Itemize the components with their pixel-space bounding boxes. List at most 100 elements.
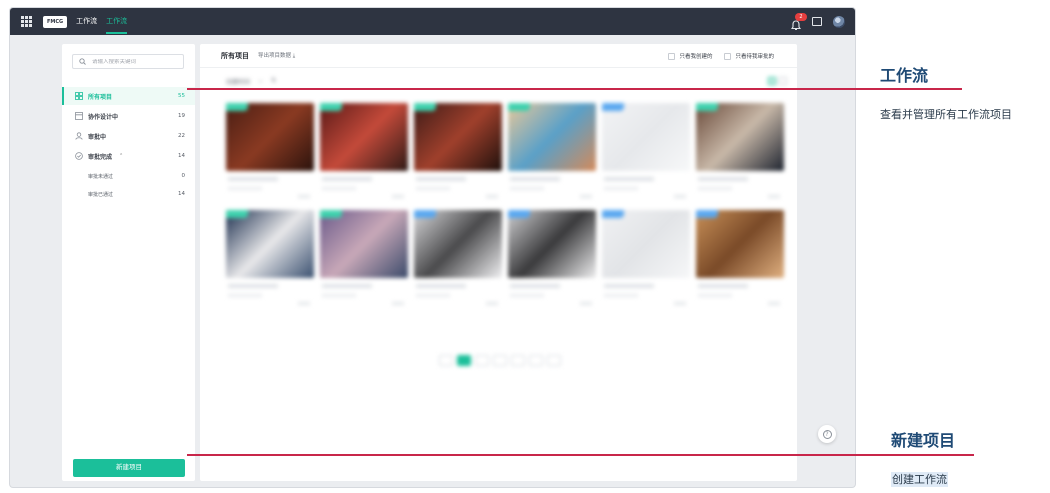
sidebar-item-in-approval[interactable]: 审批中 22 xyxy=(62,127,195,145)
project-meta-placeholder xyxy=(322,294,356,297)
chevron-up-icon[interactable]: ⌃ xyxy=(119,153,123,159)
document-icon xyxy=(74,112,83,121)
project-card[interactable] xyxy=(602,210,690,313)
tab-workflow[interactable]: 工作流 xyxy=(76,8,97,35)
status-badge xyxy=(226,103,248,111)
question-icon: ? xyxy=(822,429,832,439)
project-thumbnail xyxy=(696,210,784,278)
project-title-placeholder xyxy=(604,177,654,181)
project-thumbnail xyxy=(696,103,784,171)
project-title-placeholder xyxy=(416,284,466,288)
project-footer-placeholder xyxy=(392,302,404,305)
sidebar-item-label: 审批中 xyxy=(88,133,107,141)
grid-view-icon[interactable] xyxy=(768,77,776,85)
search-input[interactable] xyxy=(92,58,177,65)
project-thumbnail xyxy=(226,103,314,171)
pagination[interactable] xyxy=(439,355,561,366)
sidebar-item-approval-done[interactable]: 审批完成 ⌃ 14 xyxy=(62,147,195,165)
filter-label: 只看我创建的 xyxy=(679,54,713,60)
filter-created-by-me[interactable]: 只看我创建的 xyxy=(668,52,712,60)
project-card[interactable] xyxy=(414,210,502,313)
project-footer-placeholder xyxy=(768,195,780,198)
project-thumbnail xyxy=(508,103,596,171)
sidebar-item-count: 55 xyxy=(178,93,185,99)
project-card[interactable] xyxy=(226,210,314,313)
export-data-link[interactable]: 导出项目数据 ⤓ xyxy=(258,51,295,60)
sidebar: 所有项目 55 协作设计中 19 审批中 22 xyxy=(62,44,195,481)
sidebar-item-all-projects[interactable]: 所有项目 55 xyxy=(62,87,195,105)
avatar[interactable] xyxy=(833,15,845,28)
project-footer-placeholder xyxy=(486,302,498,305)
filter-pending-my-approval[interactable]: 只看待我审批的 xyxy=(724,52,774,60)
checkbox[interactable] xyxy=(724,52,732,60)
view-toggle[interactable] xyxy=(768,77,787,85)
message-icon[interactable] xyxy=(812,17,822,26)
project-card[interactable] xyxy=(508,210,596,313)
status-badge xyxy=(414,103,436,111)
checkbox[interactable] xyxy=(668,52,676,60)
project-card[interactable] xyxy=(602,103,690,206)
project-footer-placeholder xyxy=(580,302,592,305)
sidebar-item-collab-design[interactable]: 协作设计中 19 xyxy=(62,107,195,125)
annotation-title-workflow: 工作流 xyxy=(880,66,929,85)
app-window: FMCG 工作流 工作流 2 请输入搜索关键词 所有项目 55 协作设计中 19… xyxy=(10,8,855,487)
project-card[interactable] xyxy=(696,103,784,206)
grid-icon xyxy=(74,92,83,101)
status-badge xyxy=(602,210,624,218)
logo: FMCG xyxy=(43,15,68,28)
project-thumbnail xyxy=(414,103,502,171)
project-meta-placeholder xyxy=(510,187,544,190)
new-project-button[interactable]: 新建项目 xyxy=(73,459,185,477)
project-footer-placeholder xyxy=(674,195,686,198)
export-data-label: 导出项目数据 xyxy=(258,53,292,59)
sidebar-item-count: 22 xyxy=(178,133,185,139)
sidebar-subitem-count: 14 xyxy=(178,191,185,197)
project-card[interactable] xyxy=(414,103,502,206)
search-box[interactable] xyxy=(72,54,184,69)
project-card[interactable] xyxy=(320,103,408,206)
project-footer-placeholder xyxy=(486,195,498,198)
project-meta-placeholder xyxy=(698,187,732,190)
sidebar-item-label: 所有项目 xyxy=(88,93,113,101)
project-card[interactable] xyxy=(226,103,314,206)
page-item[interactable] xyxy=(511,355,525,366)
sidebar-subitem-count: 0 xyxy=(181,173,186,179)
page-current[interactable] xyxy=(457,355,471,366)
help-button[interactable]: ? xyxy=(818,425,836,443)
chevron-down-icon: ⌄ xyxy=(258,77,264,84)
download-icon: ⤓ xyxy=(292,53,296,59)
page-item[interactable] xyxy=(493,355,507,366)
page-prev[interactable] xyxy=(439,355,453,366)
project-meta-placeholder xyxy=(228,294,262,297)
sidebar-subitem-rejected[interactable]: 审批未通过 0 xyxy=(62,168,195,184)
project-footer-placeholder xyxy=(392,195,404,198)
status-badge xyxy=(602,103,624,111)
project-title-placeholder xyxy=(228,284,278,288)
project-thumbnail xyxy=(414,210,502,278)
page-item[interactable] xyxy=(475,355,489,366)
page-title: 所有项目 xyxy=(221,51,249,60)
project-card[interactable] xyxy=(508,103,596,206)
status-badge xyxy=(320,103,342,111)
sidebar-subitem-approved[interactable]: 审批已通过 14 xyxy=(62,186,195,202)
user-icon xyxy=(74,132,83,141)
page-item[interactable] xyxy=(529,355,543,366)
project-card[interactable] xyxy=(696,210,784,313)
app-launcher-icon[interactable] xyxy=(21,16,32,27)
stage: FMCG 工作流 工作流 2 请输入搜索关键词 所有项目 55 协作设计中 19… xyxy=(0,0,1050,493)
page-next[interactable] xyxy=(547,355,561,366)
project-grid-blurred: 创建时间 ⌄ ⇅ xyxy=(200,69,797,481)
project-card[interactable] xyxy=(320,210,408,313)
project-thumbnail xyxy=(226,210,314,278)
annotation-desc-workflow: 查看并管理所有工作流项目 xyxy=(880,108,1012,121)
tab-workflow-active[interactable]: 工作流 xyxy=(106,8,128,35)
notification-bell-icon[interactable]: 2 xyxy=(790,13,807,31)
sort-bar[interactable]: 创建时间 ⌄ ⇅ xyxy=(226,77,276,86)
sidebar-item-label: 协作设计中 xyxy=(88,113,119,121)
list-view-icon[interactable] xyxy=(779,77,787,85)
project-thumbnail xyxy=(320,103,408,171)
project-footer-placeholder xyxy=(298,195,310,198)
top-bar: FMCG 工作流 工作流 2 xyxy=(10,8,855,35)
project-title-placeholder xyxy=(510,284,560,288)
sort-order-icon: ⇅ xyxy=(271,77,277,84)
